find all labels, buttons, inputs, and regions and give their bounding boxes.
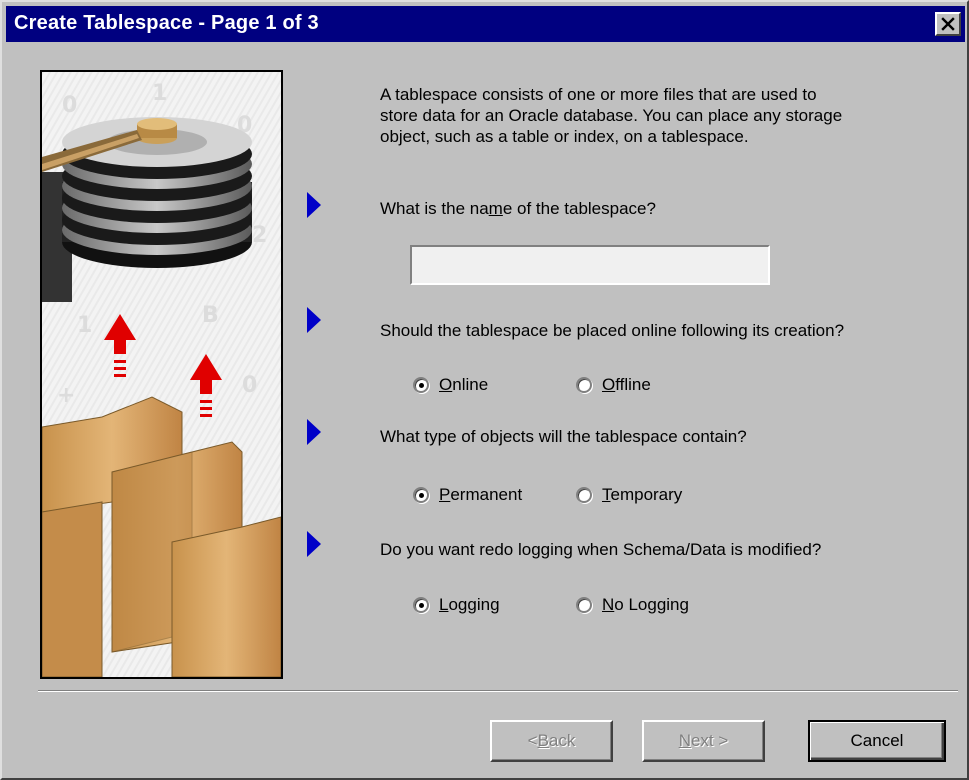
radio-button-unchecked[interactable] [576,597,592,613]
permanent-radio[interactable]: Permanent [413,485,522,505]
tablespace-illustration: 010 21B +01 0? [40,70,283,679]
logging-question-label: Do you want redo logging when Schema/Dat… [380,540,822,559]
dialog-title: Create Tablespace - Page 1 of 3 [14,12,319,34]
cancel-button[interactable]: Cancel [808,720,946,762]
blue-triangle-arrow-icon [307,531,321,557]
svg-text:1: 1 [152,81,167,106]
blue-triangle-arrow-icon [307,419,321,445]
svg-text:0: 0 [242,373,257,398]
tablespace-name-input[interactable] [410,245,770,285]
permanent-radio-label: Permanent [439,485,523,504]
offline-radio[interactable]: Offline [576,375,651,395]
svg-text:B: B [202,303,219,328]
online-radio-label: Online [439,375,489,394]
svg-text:+: + [57,383,75,408]
intro-text: A tablespace consists of one or more fil… [380,85,843,146]
radio-button-unchecked[interactable] [576,487,592,503]
svg-text:2: 2 [252,223,267,248]
next-button[interactable]: Next > [642,720,765,762]
close-button[interactable] [935,12,961,36]
no-logging-radio-label: No Logging [602,595,689,614]
type-question-label: What type of objects will the tablespace… [380,427,747,446]
title-bar[interactable]: Create Tablespace - Page 1 of 3 [6,6,965,42]
close-icon [941,17,955,31]
svg-text:1: 1 [77,313,92,338]
radio-button-checked[interactable] [413,377,429,393]
online-radio[interactable]: Online [413,375,488,395]
logging-radio-label: Logging [439,595,500,614]
create-tablespace-dialog: Create Tablespace - Page 1 of 3 0 1 0 2 … [0,0,969,780]
name-question-label: What is the name of the tablespace? [380,199,656,218]
logging-radio[interactable]: Logging [413,595,500,615]
temporary-radio[interactable]: Temporary [576,485,682,505]
blue-triangle-arrow-icon [307,307,321,333]
disk-and-folders-illustration: 010 21B +01 0? [42,72,281,677]
radio-button-checked[interactable] [413,597,429,613]
online-question-label: Should the tablespace be placed online f… [380,321,845,340]
temporary-radio-label: Temporary [602,485,683,504]
offline-radio-label: Offline [602,375,651,394]
no-logging-radio[interactable]: No Logging [576,595,689,615]
back-button[interactable]: < Back [490,720,613,762]
radio-button-unchecked[interactable] [576,377,592,393]
svg-text:0: 0 [62,93,77,118]
radio-button-checked[interactable] [413,487,429,503]
blue-triangle-arrow-icon [307,192,321,218]
footer-divider [38,690,958,692]
